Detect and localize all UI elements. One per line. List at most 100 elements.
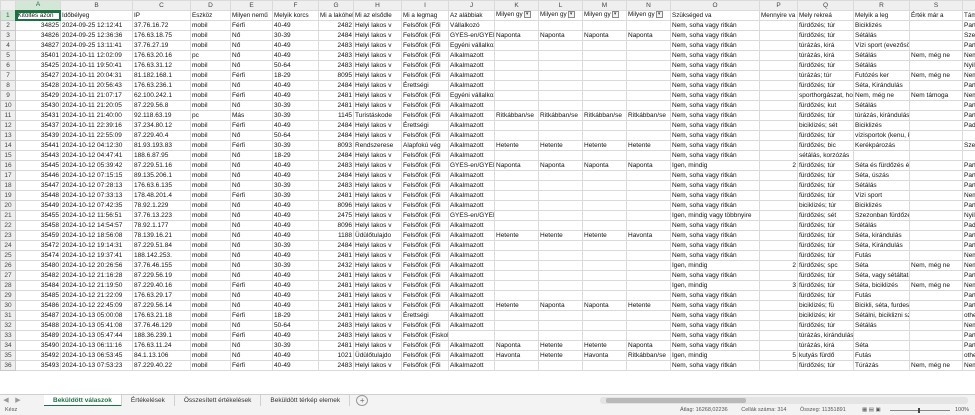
cell[interactable]	[909, 160, 963, 171]
cell[interactable]	[582, 250, 627, 261]
cell[interactable]	[582, 50, 627, 61]
cell[interactable]	[626, 70, 671, 81]
cell[interactable]	[538, 210, 583, 221]
cell[interactable]: 2481	[318, 100, 354, 111]
cell[interactable]: 35482	[15, 270, 61, 281]
row-header[interactable]: 18	[0, 180, 16, 191]
cell[interactable]: Alkalmazott	[448, 170, 495, 181]
cell[interactable]: fürdőzés; túr	[797, 110, 854, 121]
column-header[interactable]: O	[670, 0, 760, 11]
cell[interactable]: Sétálás	[853, 60, 910, 71]
cell[interactable]: Nem rendezet	[962, 190, 975, 201]
cell[interactable]: 2024-10-11 22:39:16	[60, 120, 133, 131]
cell[interactable]: Naponta	[494, 340, 539, 351]
cell[interactable]: Felsőfok (Fői	[401, 320, 449, 331]
cell[interactable]: 40-49	[272, 270, 319, 281]
cell[interactable]: Partmenti bi	[962, 170, 975, 181]
cell[interactable]: mobil	[190, 320, 231, 331]
cell[interactable]: Partmenti bi	[962, 240, 975, 251]
cell[interactable]: Felsőfok (Fői	[401, 30, 449, 41]
cell[interactable]: mobil	[190, 230, 231, 241]
cell[interactable]	[582, 280, 627, 291]
cell[interactable]: fürdőzés; túr	[797, 20, 854, 31]
cell[interactable]: Felsőfok (Fői	[401, 150, 449, 161]
cell[interactable]: 30-39	[272, 240, 319, 251]
cell[interactable]: Biciklizés	[853, 120, 910, 131]
cell[interactable]: Helyi lakos v	[353, 290, 402, 301]
cell[interactable]	[759, 100, 798, 111]
cell[interactable]: 30-39	[272, 260, 319, 271]
cell[interactable]: 2024-10-12 20:26:56	[60, 260, 133, 271]
cell[interactable]: Helyi lakos v	[353, 120, 402, 131]
row-header[interactable]: 29	[0, 290, 16, 301]
cell[interactable]: Nő	[230, 50, 273, 61]
cell[interactable]: mobil	[190, 80, 231, 91]
cell[interactable]: Nem, soha vagy ritkán	[670, 110, 760, 121]
cell[interactable]: Felsőfok (Fői	[401, 70, 449, 81]
cell[interactable]: 8095	[318, 70, 354, 81]
cell[interactable]	[538, 280, 583, 291]
cell[interactable]: Havonta	[626, 230, 671, 241]
cell[interactable]: Nem, még ne	[853, 90, 910, 101]
cell[interactable]: 35448	[15, 190, 61, 201]
cell[interactable]: mobil	[190, 330, 231, 341]
cell[interactable]: fürdőzés; túr	[797, 190, 854, 201]
cell[interactable]: 2482	[318, 20, 354, 31]
cell[interactable]: Hetente	[582, 140, 627, 151]
cell[interactable]: Nem, soha vagy ritkán	[670, 20, 760, 31]
cell[interactable]: Rendszerese	[353, 140, 402, 151]
sheet-tab[interactable]: Beküldött térkép elemek	[261, 394, 351, 407]
row-header[interactable]: 5	[0, 50, 16, 61]
add-sheet-icon[interactable]: +	[356, 395, 369, 406]
cell[interactable]	[494, 360, 539, 371]
cell[interactable]: Helyi lakos v	[353, 130, 402, 141]
cell[interactable]: 37.76.46.129	[132, 320, 191, 331]
cell[interactable]: Nem, soha vagy ritkán	[670, 250, 760, 261]
cell[interactable]: 2481	[318, 340, 354, 351]
cell[interactable]: Nő	[230, 180, 273, 191]
cell[interactable]: Alkalmazott	[448, 290, 495, 301]
row-header[interactable]: 25	[0, 250, 16, 261]
cell[interactable]: 2483	[318, 60, 354, 71]
cell[interactable]: fürdőzés; spc	[797, 260, 854, 271]
row-header[interactable]: 21	[0, 210, 16, 221]
row-header[interactable]: 15	[0, 150, 16, 161]
header-cell[interactable]: Milyen gy ▾	[538, 10, 583, 21]
cell[interactable]: 1145	[318, 110, 354, 121]
cell[interactable]: Nem, soha vagy ritkán	[670, 270, 760, 281]
cell[interactable]: Igen, mindig	[670, 280, 760, 291]
cell[interactable]: pc	[190, 110, 231, 121]
cell[interactable]: Nem, soha vagy ritkán	[670, 30, 760, 41]
cell[interactable]: Nem rendezet	[962, 250, 975, 261]
cell[interactable]: Hetente	[538, 350, 583, 361]
cell[interactable]: 2484	[318, 130, 354, 141]
spreadsheet-grid[interactable]: ABCDEFGHIJKLMNOPQRSTU 1Kitöltés azon Időb…	[0, 0, 975, 394]
header-cell[interactable]: Időbélyeg	[60, 10, 133, 21]
cell[interactable]	[909, 350, 963, 361]
cell[interactable]	[909, 80, 963, 91]
row-header[interactable]: 4	[0, 40, 16, 51]
cell[interactable]: 50-64	[272, 130, 319, 141]
header-cell[interactable]: Mennyire va	[759, 10, 798, 21]
cell[interactable]: Partmenti bi	[962, 270, 975, 281]
cell[interactable]: 2024-10-12 07:15:15	[60, 170, 133, 181]
cell[interactable]: 2024-10-12 07:28:13	[60, 180, 133, 191]
header-cell[interactable]: Támogatnád	[962, 10, 975, 21]
cell[interactable]: Alkalmazott	[448, 110, 495, 121]
cell[interactable]	[759, 110, 798, 121]
cell[interactable]: 35449	[15, 200, 61, 211]
cell[interactable]: Sétálni, biciklizni szoktunk	[853, 310, 910, 321]
cell[interactable]: 2024-10-12 04:47:41	[60, 150, 133, 161]
cell[interactable]: 40-49	[272, 210, 319, 221]
cell[interactable]	[626, 210, 671, 221]
cell[interactable]: 2483	[318, 330, 354, 341]
cell[interactable]: mobil	[190, 130, 231, 141]
cell[interactable]: 2024-10-11 21:40:00	[60, 110, 133, 121]
cell[interactable]: Naponta	[626, 340, 671, 351]
cell[interactable]: 35443	[15, 150, 61, 161]
cell[interactable]: 2483	[318, 160, 354, 171]
cell[interactable]: 37.76.13.223	[132, 210, 191, 221]
cell[interactable]	[909, 130, 963, 141]
cell[interactable]: túrázás, kirándulás; biciklizés; futás	[797, 330, 854, 341]
cell[interactable]: túrázás, kirá	[797, 340, 854, 351]
